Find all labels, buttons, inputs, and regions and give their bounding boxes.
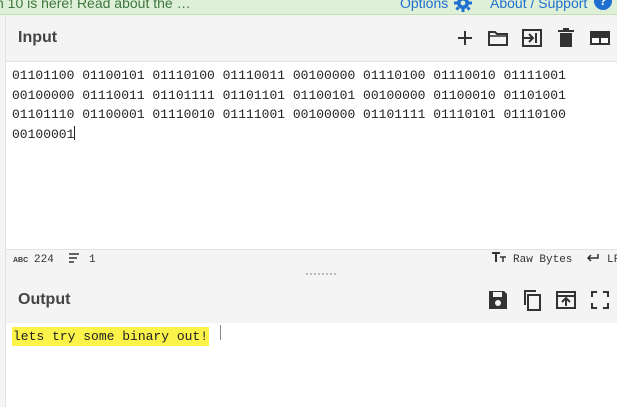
output-caret xyxy=(220,325,221,340)
input-status-bar: ABC 224 1 Raw Bytes LF xyxy=(6,249,617,272)
output-header: Output xyxy=(6,277,617,324)
input-title: Input xyxy=(18,29,58,46)
length-icon: ABC xyxy=(13,257,29,264)
encoding-label[interactable]: Raw Bytes xyxy=(513,250,572,271)
lines-icon xyxy=(68,250,80,271)
input-content[interactable]: 01101100 01100101 01110100 01110011 0010… xyxy=(12,66,612,144)
eol-icon[interactable] xyxy=(586,250,600,271)
trash-icon[interactable] xyxy=(555,27,577,49)
output-textarea[interactable]: lets try some binary out! xyxy=(6,323,617,407)
notification-banner: n 10 is here! Read about the … Options A… xyxy=(0,0,617,15)
folder-icon[interactable] xyxy=(487,27,509,49)
text-format-icon[interactable] xyxy=(492,250,507,271)
replace-input-icon[interactable] xyxy=(555,289,577,311)
input-lines: 1 xyxy=(89,254,96,266)
plus-icon[interactable] xyxy=(454,27,476,49)
input-line: 00100001 xyxy=(12,126,75,142)
output-content[interactable]: lets try some binary out! xyxy=(12,327,210,346)
help-icon[interactable]: ? xyxy=(594,0,612,10)
banner-message[interactable]: n 10 is here! Read about the … xyxy=(0,0,191,11)
input-line: 01101110 01100001 01110010 01111001 0010… xyxy=(12,107,566,122)
copy-icon[interactable] xyxy=(521,289,543,311)
save-icon[interactable] xyxy=(487,289,509,311)
input-textarea[interactable]: 01101100 01100101 01110100 01110011 0010… xyxy=(6,62,617,248)
input-length: 224 xyxy=(34,254,54,266)
output-title: Output xyxy=(18,291,71,308)
import-icon[interactable] xyxy=(521,27,543,49)
text-caret xyxy=(74,125,76,140)
options-link[interactable]: Options xyxy=(400,0,448,11)
eol-label[interactable]: LF xyxy=(607,250,617,271)
maximize-icon[interactable] xyxy=(589,289,611,311)
about-support-link[interactable]: About / Support xyxy=(490,0,587,11)
gear-icon[interactable] xyxy=(453,0,473,13)
input-header: Input xyxy=(6,15,617,62)
input-line: 00100000 01110011 01101111 01101101 0110… xyxy=(12,87,566,103)
input-line: 01101100 01100101 01110100 01110011 0010… xyxy=(12,68,566,83)
layout-icon[interactable] xyxy=(589,27,611,49)
resize-grip-icon xyxy=(306,273,338,275)
